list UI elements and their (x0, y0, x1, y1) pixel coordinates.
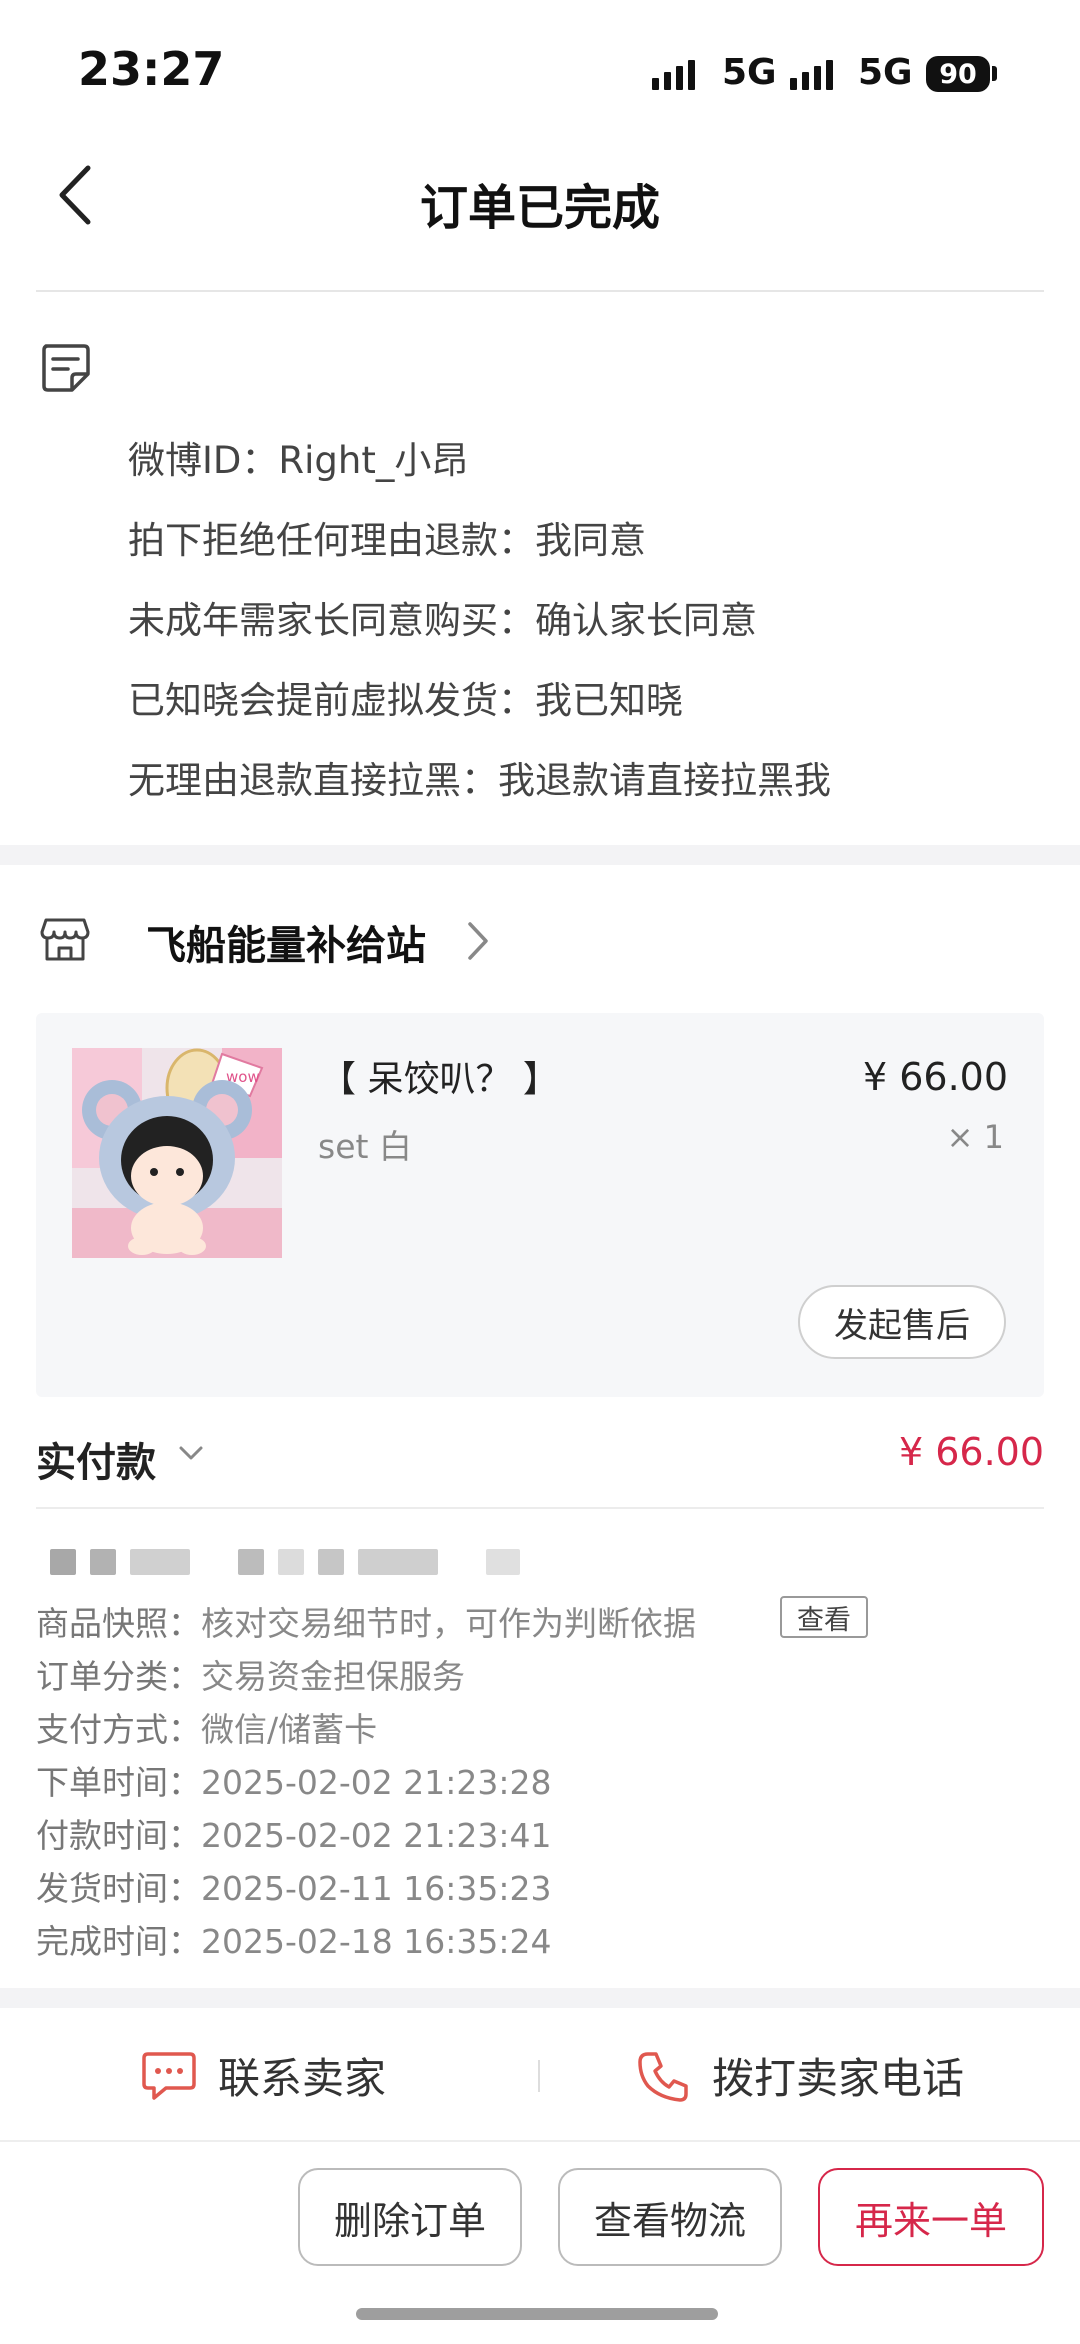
meta-value: 2025-02-11 16:35:23 (201, 1869, 552, 1908)
signal-icon (652, 58, 695, 90)
order-note: 无理由退款直接拉黑：我退款请直接拉黑我 (128, 759, 831, 802)
product-spec: set 白 (318, 1127, 412, 1166)
meta-label: 完成时间： (36, 1922, 201, 1961)
product-price: ¥ 66.00 (862, 1055, 1008, 1099)
product-quantity: × 1 (946, 1118, 1004, 1156)
meta-row: 订单分类：交易资金担保服务 (36, 1650, 465, 1698)
meta-label: 支付方式： (36, 1710, 201, 1749)
section-separator (0, 845, 1080, 865)
call-seller-label: 拨打卖家电话 (712, 2054, 965, 2103)
meta-label: 订单分类： (36, 1657, 201, 1696)
note-icon (42, 344, 90, 392)
status-time: 23:27 (78, 42, 225, 96)
meta-value: 2025-02-18 16:35:24 (201, 1922, 552, 1961)
section-separator (0, 1988, 1080, 2008)
meta-value: 2025-02-02 21:23:28 (201, 1763, 552, 1802)
view-logistics-button[interactable]: 查看物流 (558, 2168, 782, 2266)
meta-value: 微信/储蓄卡 (201, 1710, 378, 1749)
meta-label: 下单时间： (36, 1763, 201, 1802)
chevron-down-icon[interactable] (176, 1438, 206, 1468)
paid-amount: ¥ 66.00 (898, 1430, 1044, 1474)
order-number-redacted (50, 1548, 520, 1576)
contact-seller-label: 联系卖家 (218, 2054, 387, 2103)
signal-icon (790, 58, 833, 90)
snapshot-row: 商品快照：核对交易细节时，可作为判断依据 (36, 1597, 696, 1645)
meta-row: 发货时间：2025-02-11 16:35:23 (36, 1862, 551, 1910)
call-seller-button[interactable]: 拨打卖家电话 (636, 2045, 964, 2106)
reorder-button[interactable]: 再来一单 (818, 2168, 1044, 2266)
divider (36, 290, 1044, 292)
product-thumbnail[interactable]: wow (72, 1048, 282, 1258)
battery-icon: 90 (926, 56, 990, 92)
divider (36, 1507, 1044, 1509)
after-sale-button[interactable]: 发起售后 (798, 1285, 1006, 1359)
meta-value: 交易资金担保服务 (201, 1657, 465, 1696)
contact-seller-button[interactable]: 联系卖家 (140, 2045, 386, 2106)
paid-label[interactable]: 实付款 (36, 1430, 156, 1488)
chevron-right-icon[interactable] (462, 918, 492, 964)
order-note: 拍下拒绝任何理由退款：我同意 (128, 519, 646, 562)
order-note: 未成年需家长同意购买：确认家长同意 (128, 599, 757, 642)
network-type: 5G (858, 52, 913, 93)
order-note: 微博ID：Right_小昂 (128, 439, 469, 482)
delete-order-button[interactable]: 删除订单 (298, 2168, 522, 2266)
chat-icon (142, 2051, 196, 2100)
meta-value: 核对交易细节时，可作为判断依据 (201, 1604, 696, 1643)
order-note: 已知晓会提前虚拟发货：我已知晓 (128, 679, 683, 722)
home-indicator[interactable] (356, 2308, 718, 2320)
phone-icon (638, 2051, 688, 2102)
shop-name[interactable]: 飞船能量补给站 (146, 913, 426, 971)
battery-tip (992, 66, 997, 81)
meta-row: 付款时间：2025-02-02 21:23:41 (36, 1809, 551, 1857)
meta-row: 支付方式：微信/储蓄卡 (36, 1703, 377, 1751)
meta-label: 发货时间： (36, 1869, 201, 1908)
divider (0, 2140, 1080, 2142)
meta-value: 2025-02-02 21:23:41 (201, 1816, 552, 1855)
network-type: 5G (722, 52, 777, 93)
meta-row: 完成时间：2025-02-18 16:35:24 (36, 1915, 551, 1963)
meta-label: 付款时间： (36, 1816, 201, 1855)
meta-label: 商品快照： (36, 1604, 201, 1643)
product-name[interactable]: 【 呆饺叭？ 】 (320, 1050, 559, 1102)
shop-icon (40, 918, 90, 961)
divider (538, 2060, 540, 2092)
page-title: 订单已完成 (419, 180, 660, 236)
meta-row: 下单时间：2025-02-02 21:23:28 (36, 1756, 551, 1804)
view-snapshot-button[interactable]: 查看 (780, 1596, 868, 1638)
